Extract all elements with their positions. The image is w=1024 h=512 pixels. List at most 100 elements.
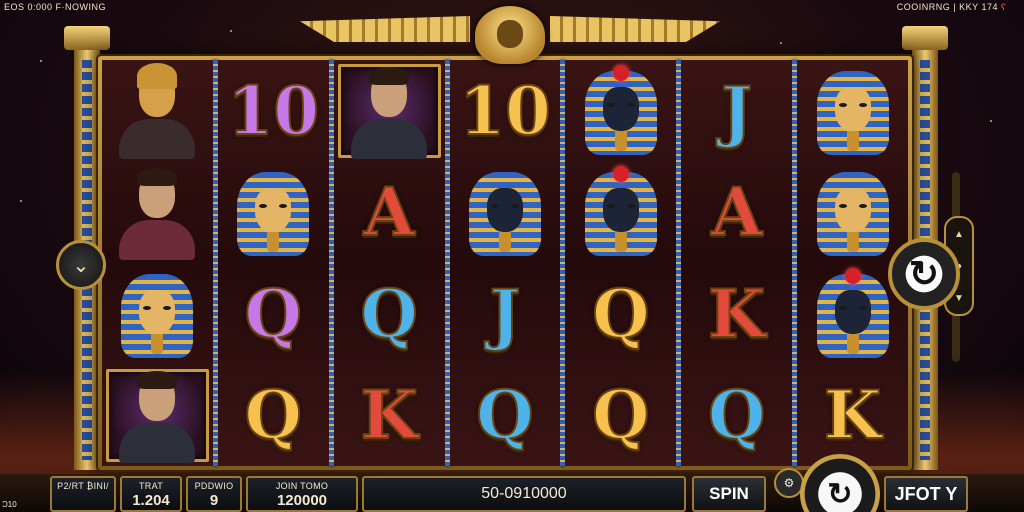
win-value: 120000	[276, 492, 328, 509]
reel-cell: Q	[450, 365, 561, 467]
menu-toggle-button[interactable]: ⌄	[56, 240, 106, 290]
reel-cell	[797, 60, 908, 162]
jeweled-pharaoh-icon	[575, 64, 667, 157]
reel-cell: K	[334, 365, 445, 467]
letter-symbol: 10	[226, 71, 320, 150]
reel-cell	[450, 162, 561, 264]
top-right-accent: ʕ	[1001, 2, 1006, 12]
letter-symbol: K	[359, 376, 418, 455]
reels-grid: 10 Q Q A Q K 10 J Q Q Q J A K Q K	[102, 60, 909, 467]
golden-skull-medallion-icon	[475, 6, 545, 64]
lines-label: PDDWIO	[194, 481, 234, 491]
side-spin-button[interactable]: ↻	[888, 238, 960, 310]
chevron-down-icon: ⌄	[72, 254, 90, 277]
reel-cell: A	[334, 162, 445, 264]
pillar-capital	[902, 26, 948, 50]
purple-pharaoh-bust-icon	[109, 62, 205, 159]
letter-symbol: 10	[458, 71, 552, 150]
letter-symbol: Q	[244, 376, 303, 455]
egyptian-noble-icon	[109, 164, 205, 261]
reel-cell: Q	[565, 365, 676, 467]
reel-cell: A	[681, 162, 792, 264]
letter-symbol: Q	[591, 376, 650, 455]
reel-cell: Q	[565, 263, 676, 365]
pharaoh-mask-icon	[807, 65, 899, 157]
man-portrait-icon	[341, 63, 437, 159]
paylines-label: P2/RT ₿INI/	[57, 481, 109, 491]
left-wing-icon	[300, 16, 470, 42]
letter-symbol: J	[488, 274, 521, 353]
reel-cell: K	[681, 263, 792, 365]
letter-symbol: A	[363, 173, 416, 252]
right-wing-icon	[550, 16, 720, 42]
jeweled-pharaoh-icon	[575, 166, 667, 258]
top-right-info: COOINRNG | KKY 174 ʕ	[897, 2, 1006, 12]
reel-column: AQK	[333, 60, 445, 467]
reel-cell: Q	[681, 365, 792, 467]
letter-symbol: Q	[707, 376, 766, 455]
letter-symbol: K	[707, 274, 766, 353]
star	[20, 200, 22, 202]
reel-cell: 10	[450, 60, 561, 162]
letter-symbol: A	[710, 173, 763, 252]
letter-symbol: Q	[591, 274, 650, 353]
lines-value: 9	[209, 492, 219, 509]
reel-cell: K	[797, 365, 908, 467]
reel-column: JAKQ	[681, 60, 793, 467]
bet-value: 1.204	[132, 492, 170, 509]
dark-pharaoh-icon	[459, 166, 551, 258]
jeweled-pharaoh-icon	[807, 267, 899, 360]
letter-symbol: Q	[359, 274, 418, 353]
spin-button[interactable]: SPIN	[692, 476, 766, 512]
pillar-capital	[64, 26, 110, 50]
top-right-label: COOINRNG | KKY	[896, 2, 979, 12]
reel-column: QQ	[565, 60, 677, 467]
winged-scarab-emblem	[300, 6, 720, 66]
skull-icon	[497, 20, 523, 48]
reel-column	[102, 60, 213, 466]
reel-column: 10 J Q	[449, 60, 561, 467]
paylines-panel[interactable]: P2/RT ₿INI/	[50, 476, 116, 512]
reel-cell	[102, 162, 213, 264]
reel-frame: 10 Q Q A Q K 10 J Q Q Q J A K Q K	[98, 56, 912, 470]
reel-cell	[565, 60, 676, 162]
letter-symbol: Q	[244, 274, 303, 353]
top-left-label: EOS 0:000 F·NOWING	[4, 2, 107, 12]
reel-cell: Q	[334, 263, 445, 365]
game-screen: EOS 0:000 F·NOWING COOINRNG | KKY 174 ʕ …	[0, 0, 1024, 512]
bet-label: TRAT	[138, 481, 164, 491]
up-arrow-icon[interactable]: ▲	[954, 229, 964, 240]
pharaoh-mask-icon	[111, 268, 203, 360]
lines-panel[interactable]: PDDWIO 9	[186, 476, 242, 512]
balance-panel: 50-0910000	[362, 476, 686, 512]
autoplay-button[interactable]: JFOT Y	[884, 476, 968, 512]
win-label: JOIN TOMO	[275, 481, 329, 491]
reel-cell	[797, 162, 908, 264]
reel-cell	[334, 60, 445, 162]
bet-panel[interactable]: TRAT 1.204	[120, 476, 182, 512]
refresh-icon: ↻	[827, 477, 853, 511]
reel-cell: J	[681, 60, 792, 162]
star	[40, 60, 42, 62]
reel-cell	[565, 162, 676, 264]
reel-cell: J	[450, 263, 561, 365]
pharaoh-mask-icon	[807, 166, 899, 258]
reel-cell: Q	[218, 365, 329, 467]
reel-cell	[218, 162, 329, 264]
top-right-value: 174	[981, 2, 998, 12]
pharaoh-mask-icon	[227, 166, 319, 258]
star	[990, 120, 992, 122]
reel-column: 10 Q Q	[217, 60, 329, 467]
letter-symbol: K	[823, 376, 882, 455]
letter-symbol: J	[720, 71, 753, 150]
star	[780, 42, 782, 44]
down-arrow-icon[interactable]: ▼	[954, 293, 964, 304]
reel-cell: Q	[218, 263, 329, 365]
young-man-portrait-icon	[109, 367, 205, 464]
reel-cell: 10	[218, 60, 329, 162]
reel-cell	[102, 263, 213, 365]
win-panel: JOIN TOMO 120000	[246, 476, 358, 512]
balance-value: 50-0910000	[481, 485, 567, 502]
reel-cell	[102, 365, 213, 467]
reel-cell	[102, 60, 213, 162]
